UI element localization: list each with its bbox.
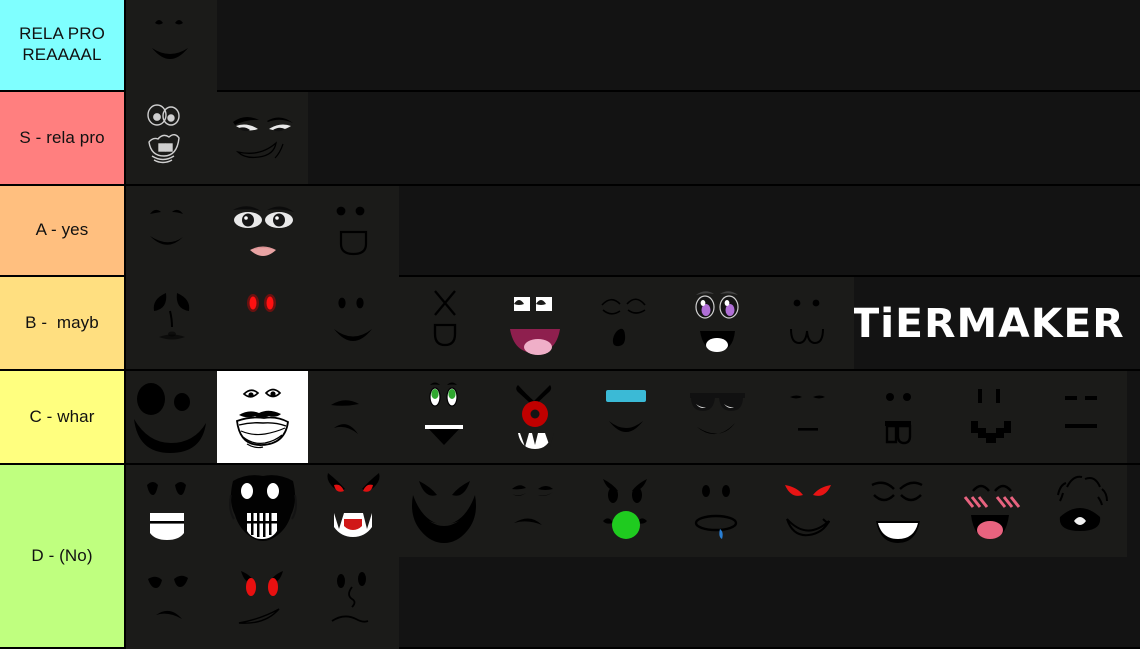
tier-item-big-smile-blob-face[interactable] (126, 371, 217, 463)
tier-item-scared-shout-face[interactable] (1036, 465, 1127, 557)
tier-item-red-eyes-vampire-face[interactable] (308, 465, 399, 557)
tier-item-blocky-pixel-face[interactable] (945, 371, 1036, 463)
tier-item-tongue-out-face[interactable] (854, 371, 945, 463)
tier-items-4[interactable] (126, 371, 1140, 463)
tier-item-red-glow-eyes-face[interactable] (217, 277, 308, 369)
tier-item-cheeky-smirk-face[interactable] (126, 186, 217, 278)
tier-item-classic-smile-face[interactable] (308, 277, 399, 369)
tiermaker-logo-text: TiERMAKER (851, 300, 1125, 347)
tier-rows-container: S - rela pro A - yes B - mayb C - whar D - (… (0, 92, 1140, 649)
tier-item-red-evil-eyes-face[interactable] (763, 465, 854, 557)
tier-row-2: A - yes (0, 186, 1140, 278)
tier-item-w-mouth-face[interactable] (763, 277, 854, 369)
tier-label-0[interactable]: RELA PRO REAAAAL (0, 0, 126, 90)
tier-items-1[interactable] (126, 92, 1140, 184)
tier-item-troll-face[interactable] (217, 371, 308, 463)
tier-item-xd-sideways-face[interactable] (399, 277, 490, 369)
tier-item-smile-dot-eyes-face[interactable] (126, 0, 217, 92)
tier-item-grit-teeth-face[interactable] (126, 465, 217, 557)
tier-item-realistic-lipstick-face[interactable] (217, 186, 308, 278)
tier-label-3[interactable]: B - mayb (0, 277, 126, 369)
tier-item-sad-frown-face[interactable] (308, 371, 399, 463)
tier-item-red-eyes-smirk-face[interactable] (217, 557, 308, 649)
tier-item-cyclops-red-eye-face[interactable] (490, 371, 581, 463)
tier-items-5[interactable] (126, 465, 1140, 649)
tier-item-happy-closed-eyes-face[interactable] (854, 465, 945, 557)
tier-label-2[interactable]: A - yes (0, 186, 126, 275)
tier-item-leaf-eyes-face[interactable] (126, 277, 217, 369)
tier-list-board: RELA PRO REAAAAL TiERMAKER S - rela pro A… (0, 0, 1140, 649)
tier-item-squint-smirk-face[interactable] (490, 465, 581, 557)
tier-item-green-eyes-fang-face[interactable] (399, 371, 490, 463)
tier-item-confused-squiggle-face[interactable] (308, 557, 399, 649)
tier-row-4: C - whar (0, 371, 1140, 465)
tier-item-dash-line-face[interactable] (1036, 371, 1127, 463)
tier-item-epic-open-mouth-face[interactable] (490, 277, 581, 369)
tier-items-2[interactable] (126, 186, 1140, 278)
tier-item-man-face-smirk[interactable] (217, 92, 308, 184)
tier-label-4[interactable]: C - whar (0, 371, 126, 463)
tier-label-5[interactable]: D - (No) (0, 465, 126, 647)
tier-item-sleepy-drool-face[interactable] (581, 277, 672, 369)
tier-item-blush-anime-face[interactable] (945, 465, 1036, 557)
tier-item-angry-green-nose-face[interactable] (581, 465, 672, 557)
tier-row-1: S - rela pro (0, 92, 1140, 186)
tier-row-header: RELA PRO REAAAAL TiERMAKER (0, 0, 1140, 351)
tier-item-drool-oval-mouth-face[interactable] (672, 465, 763, 557)
tier-item-angry-beard-face[interactable] (399, 465, 490, 557)
tier-item-anime-purple-eyes-face[interactable] (672, 277, 763, 369)
tier-item-tired-frown-face[interactable] (126, 557, 217, 649)
tier-label-1[interactable]: S - rela pro (0, 92, 126, 184)
tier-item-bucket-mouth-face[interactable] (308, 186, 399, 278)
tier-items-0[interactable] (126, 0, 1140, 92)
tier-item-flat-line-face[interactable] (763, 371, 854, 463)
tier-row-5: D - (No) (0, 465, 1140, 649)
tier-item-cartoon-googly-eyes-grin-face[interactable] (126, 92, 217, 184)
tier-item-sunglasses-smirk-face[interactable] (672, 371, 763, 463)
tier-item-zombie-skull-face[interactable] (217, 465, 308, 557)
tier-item-blue-visor-face[interactable] (581, 371, 672, 463)
